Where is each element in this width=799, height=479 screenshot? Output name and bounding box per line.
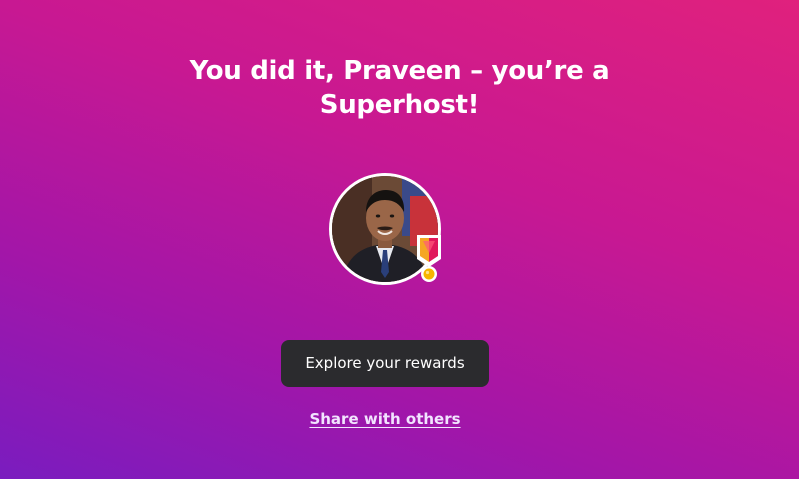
- headline-line-1: You did it, Praveen – you’re a: [189, 56, 610, 86]
- superhost-celebration-screen: You did it, Praveen – you’re a Superhost…: [0, 0, 799, 479]
- superhost-medal-icon: [414, 233, 444, 283]
- profile-avatar-group: [329, 173, 441, 285]
- explore-rewards-button[interactable]: Explore your rewards: [281, 340, 489, 387]
- page-title: You did it, Praveen – you’re a Superhost…: [0, 54, 799, 122]
- headline-line-2: Superhost!: [319, 90, 480, 120]
- share-with-others-link[interactable]: Share with others: [0, 410, 770, 428]
